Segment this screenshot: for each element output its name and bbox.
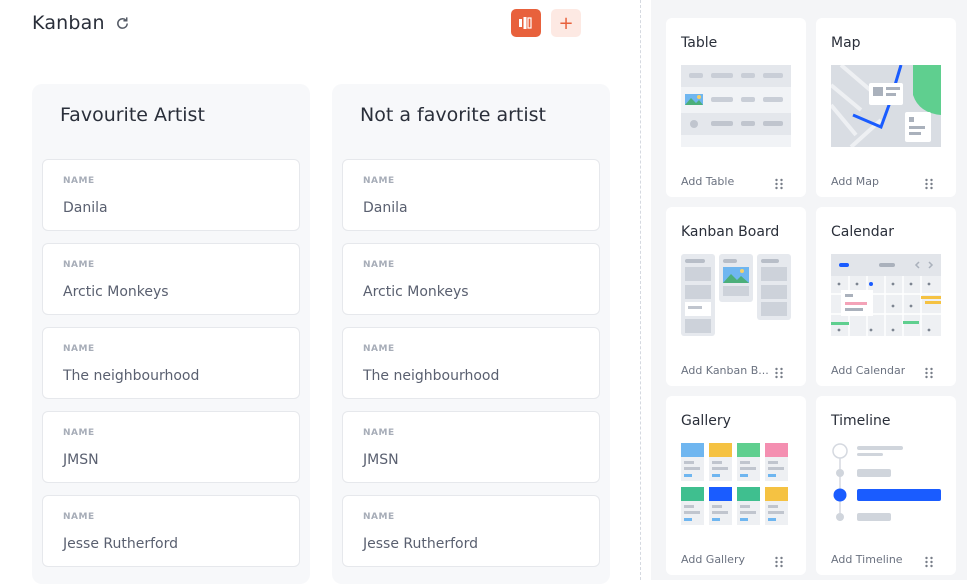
add-widget-link[interactable]: Add Map	[831, 175, 879, 188]
refresh-icon[interactable]	[115, 15, 131, 31]
widget-title: Kanban Board	[681, 224, 780, 240]
card-field-label: NAME	[63, 260, 95, 270]
card-field-label: NAME	[363, 176, 395, 186]
widget-title: Gallery	[681, 413, 731, 429]
add-widget-link[interactable]: Add Calendar	[831, 364, 905, 377]
drag-handle-icon[interactable]	[924, 367, 934, 379]
kanban-column: Not a favorite artist NAME Danila NAME A…	[332, 84, 610, 584]
add-widget-link[interactable]: Add Timeline	[831, 553, 903, 566]
widget-title: Table	[681, 35, 718, 51]
card-field-label: NAME	[363, 428, 395, 438]
timeline-preview-icon	[832, 443, 941, 521]
widget-tile-calendar[interactable]: Calendar Add Calendar	[816, 207, 956, 386]
kanban-card[interactable]: NAME Danila	[342, 159, 600, 231]
widget-tile-timeline[interactable]: Timeline Add Timeline	[816, 396, 956, 575]
drag-handle-icon[interactable]	[774, 556, 784, 568]
add-widget-link[interactable]: Add Table	[681, 175, 734, 188]
widget-title: Timeline	[831, 413, 891, 429]
widget-title: Map	[831, 35, 861, 51]
card-field-label: NAME	[363, 260, 395, 270]
card-field-label: NAME	[363, 344, 395, 354]
kanban-card[interactable]: NAME Jesse Rutherford	[42, 495, 300, 567]
board-view-button[interactable]	[511, 9, 541, 37]
kanban-card[interactable]: NAME Arctic Monkeys	[42, 243, 300, 315]
drag-handle-icon[interactable]	[774, 178, 784, 190]
page-title: Kanban	[32, 12, 105, 34]
plus-icon: +	[558, 12, 574, 34]
kanban-card[interactable]: NAME The neighbourhood	[342, 327, 600, 399]
title-row: Kanban	[32, 12, 131, 34]
drag-handle-icon[interactable]	[924, 178, 934, 190]
card-field-value: JMSN	[63, 452, 99, 468]
kanban-column: Favourite Artist NAME Danila NAME Arctic…	[32, 84, 310, 584]
card-field-value: Arctic Monkeys	[363, 284, 469, 300]
card-field-value: Danila	[63, 200, 108, 216]
add-widget-link[interactable]: Add Kanban B...	[681, 364, 769, 377]
widget-tile-gallery[interactable]: Gallery Add Gallery	[666, 396, 806, 575]
kanban-card[interactable]: NAME The neighbourhood	[42, 327, 300, 399]
card-field-value: Arctic Monkeys	[63, 284, 169, 300]
widget-tile-map[interactable]: Map Add Map	[816, 18, 956, 197]
board-view-icon	[519, 17, 532, 29]
card-field-value: Danila	[363, 200, 408, 216]
card-field-label: NAME	[63, 344, 95, 354]
calendar-preview-icon	[831, 254, 941, 336]
add-widget-link[interactable]: Add Gallery	[681, 553, 745, 566]
table-preview-icon	[681, 65, 791, 147]
panel-divider	[640, 0, 641, 580]
widget-panel: Table Add Table Map Add Map Kanban Board…	[651, 0, 967, 580]
kanban-preview-icon	[681, 254, 791, 336]
card-field-value: Jesse Rutherford	[363, 536, 478, 552]
drag-handle-icon[interactable]	[924, 556, 934, 568]
kanban-card[interactable]: NAME JMSN	[342, 411, 600, 483]
widget-tile-table[interactable]: Table Add Table	[666, 18, 806, 197]
widget-tile-kanban[interactable]: Kanban Board Add Kanban B...	[666, 207, 806, 386]
drag-handle-icon[interactable]	[774, 367, 784, 379]
card-field-label: NAME	[63, 176, 95, 186]
kanban-card[interactable]: NAME JMSN	[42, 411, 300, 483]
column-title: Not a favorite artist	[360, 104, 547, 126]
kanban-card[interactable]: NAME Danila	[42, 159, 300, 231]
card-field-label: NAME	[63, 512, 95, 522]
card-field-value: The neighbourhood	[363, 368, 500, 384]
add-button[interactable]: +	[551, 9, 581, 37]
gallery-preview-icon	[681, 443, 788, 525]
column-title: Favourite Artist	[60, 104, 205, 126]
card-field-label: NAME	[363, 512, 395, 522]
card-field-value: Jesse Rutherford	[63, 536, 178, 552]
kanban-canvas: Kanban + Favourite Artist NAME Danila NA…	[0, 0, 640, 584]
kanban-card[interactable]: NAME Jesse Rutherford	[342, 495, 600, 567]
map-preview-icon	[831, 65, 941, 147]
widget-title: Calendar	[831, 224, 894, 240]
card-field-value: The neighbourhood	[63, 368, 200, 384]
kanban-card[interactable]: NAME Arctic Monkeys	[342, 243, 600, 315]
card-field-label: NAME	[63, 428, 95, 438]
card-field-value: JMSN	[363, 452, 399, 468]
